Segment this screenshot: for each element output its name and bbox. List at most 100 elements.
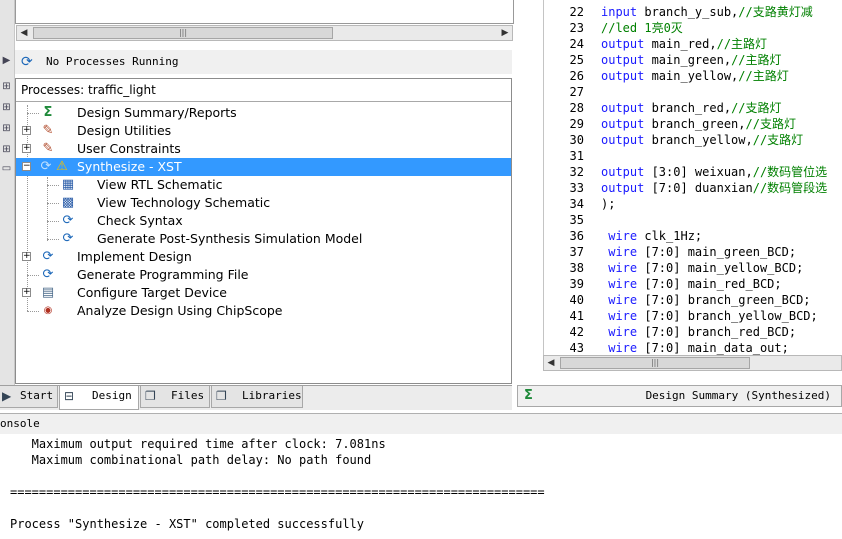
warning-icon: ⚠ — [56, 159, 68, 174]
keyword: output — [601, 133, 645, 147]
line-number: 25 — [569, 53, 584, 67]
console-line: Process "Synthesize - XST" completed suc… — [10, 517, 365, 531]
design-icon: ⊟ — [64, 389, 75, 403]
hierarchy-icon[interactable]: ⊞ — [1, 80, 12, 94]
code-line[interactable]: 22 input branch_y_sub,//支路黄灯减 — [544, 4, 842, 20]
code-text: wire [7:0] main_green_BCD; — [601, 244, 796, 260]
code-line[interactable]: 37 wire [7:0] main_green_BCD; — [544, 244, 842, 260]
code-line[interactable]: 26 output main_yellow,//主路灯 — [544, 68, 842, 84]
code-text: wire [7:0] branch_red_BCD; — [601, 324, 796, 340]
scroll-left-icon[interactable]: ◀ — [17, 26, 31, 40]
code-line[interactable]: 41 wire [7:0] branch_yellow_BCD; — [544, 308, 842, 324]
scroll-left-icon[interactable]: ◀ — [544, 356, 558, 370]
collapse-icon[interactable]: − — [22, 162, 31, 171]
process-item-design-utilities[interactable]: + ✎ Design Utilities — [16, 122, 511, 140]
play-icon[interactable]: ▶ — [1, 54, 12, 68]
line-number: 23 — [569, 21, 584, 35]
process-item-check-syntax[interactable]: ⟳ Check Syntax — [16, 212, 511, 230]
hierarchy-icon[interactable]: ⊞ — [1, 101, 12, 115]
code-text: wire [7:0] main_data_out; — [601, 340, 789, 356]
keyword: output — [601, 101, 645, 115]
line-number: 27 — [569, 85, 584, 99]
process-label: Design Utilities — [77, 123, 172, 138]
process-item-view-technology[interactable]: ▩ View Technology Schematic — [16, 194, 511, 212]
hierarchy-icon[interactable]: ⊞ — [1, 122, 12, 136]
identifier: [7:0] branch_red_BCD; — [637, 325, 797, 339]
process-label: View RTL Schematic — [97, 177, 223, 192]
code-line[interactable]: 28 output branch_red,//支路灯 — [544, 100, 842, 116]
process-item-chipscope[interactable]: ◉ Analyze Design Using ChipScope — [16, 302, 511, 320]
hierarchy-icon[interactable]: ⊞ — [1, 143, 12, 157]
scroll-thumb[interactable]: ||| — [560, 357, 750, 369]
code-line[interactable]: 35 — [544, 212, 842, 228]
refresh-icon: ⟳ — [42, 267, 54, 282]
console-output[interactable]: Maximum output required time after clock… — [0, 434, 842, 539]
code-line[interactable]: 31 — [544, 148, 842, 164]
process-item-view-rtl[interactable]: ▦ View RTL Schematic — [16, 176, 511, 194]
comment: //数码管位选 — [752, 165, 828, 179]
identifier: branch_yellow, — [644, 133, 753, 147]
identifier: [7:0] main_data_out; — [637, 341, 789, 355]
comment: //支路灯 — [745, 117, 796, 131]
code-text: wire clk_1Hz; — [601, 228, 702, 244]
tab-design[interactable]: ⊟ Design — [59, 386, 139, 410]
code-line[interactable]: 43 wire [7:0] main_data_out; — [544, 340, 842, 356]
design-summary-title: Design Summary (Synthesized) — [645, 389, 831, 402]
expand-icon[interactable]: + — [22, 252, 31, 261]
line-number: 29 — [569, 117, 584, 131]
code-line[interactable]: 34); — [544, 196, 842, 212]
process-label: User Constraints — [77, 141, 181, 156]
code-line[interactable]: 38 wire [7:0] main_yellow_BCD; — [544, 260, 842, 276]
scroll-right-icon[interactable]: ▶ — [498, 26, 512, 40]
code-editor[interactable]: 22 input branch_y_sub,//支路黄灯减 23 //led 1亮0灭… — [543, 0, 842, 369]
expand-icon[interactable]: + — [22, 144, 31, 153]
libraries-icon: ❐ — [216, 389, 227, 403]
code-line[interactable]: 33 output [7:0] duanxian//数码管段选 — [544, 180, 842, 196]
code-line[interactable]: 24 output main_red,//主路灯 — [544, 36, 842, 52]
editor-horizontal-scrollbar[interactable]: ◀ ||| — [543, 355, 842, 371]
code-text: ); — [601, 196, 615, 212]
line-number: 39 — [569, 277, 584, 291]
code-line[interactable]: 30 output branch_yellow,//支路灯 — [544, 132, 842, 148]
code-line[interactable]: 36 wire clk_1Hz; — [544, 228, 842, 244]
code-line[interactable]: 40 wire [7:0] branch_green_BCD; — [544, 292, 842, 308]
horizontal-scrollbar[interactable]: ◀ ||| ▶ — [16, 25, 513, 41]
process-label: Design Summary/Reports — [77, 105, 237, 120]
process-item-programming-file[interactable]: ⟳ Generate Programming File — [16, 266, 511, 284]
identifier: [7:0] duanxian — [644, 181, 753, 195]
identifier: [7:0] branch_green_BCD; — [637, 293, 811, 307]
design-summary-tab[interactable]: Σ Design Summary (Synthesized) — [517, 385, 842, 407]
tab-start[interactable]: ▶ Start — [0, 386, 58, 408]
code-line[interactable]: 42 wire [7:0] branch_red_BCD; — [544, 324, 842, 340]
refresh-icon: ⟳ — [40, 159, 52, 174]
identifier: [7:0] main_green_BCD; — [637, 245, 797, 259]
process-item-post-synthesis-sim[interactable]: ⟳ Generate Post-Synthesis Simulation Mod… — [16, 230, 511, 248]
scroll-thumb[interactable]: ||| — [33, 27, 333, 39]
line-number: 28 — [569, 101, 584, 115]
code-text: output main_yellow,//主路灯 — [601, 68, 789, 84]
process-item-configure-device[interactable]: + ▤ Configure Target Device — [16, 284, 511, 302]
code-line[interactable]: 27 — [544, 84, 842, 100]
line-number: 35 — [569, 213, 584, 227]
process-item-synthesize[interactable]: − ⟳ ⚠ Synthesize - XST — [16, 158, 511, 176]
code-line[interactable]: 23 //led 1亮0灭 — [544, 20, 842, 36]
hierarchy-panel: ◀ ||| ▶ — [15, 0, 514, 41]
process-item-design-summary[interactable]: Σ Design Summary/Reports — [16, 104, 511, 122]
process-item-implement-design[interactable]: + ⟳ Implement Design — [16, 248, 511, 266]
code-line[interactable]: 39 wire [7:0] main_red_BCD; — [544, 276, 842, 292]
panel-icon[interactable]: ▭ — [1, 162, 12, 176]
code-line[interactable]: 29 output branch_green,//支路灯 — [544, 116, 842, 132]
processes-panel: Processes: traffic_light Σ Design Summar… — [15, 78, 512, 384]
expand-icon[interactable]: + — [22, 126, 31, 135]
panel-tabs: ▶ Start ⊟ Design ❐ Files ❐ Libraries — [0, 385, 512, 410]
process-item-user-constraints[interactable]: + ✎ User Constraints — [16, 140, 511, 158]
code-line[interactable]: 25 output main_green,//主路灯 — [544, 52, 842, 68]
keyword: wire — [601, 341, 638, 355]
code-line[interactable]: 32 output [3:0] weixuan,//数码管位选 — [544, 164, 842, 180]
start-icon: ▶ — [2, 389, 12, 403]
tab-files[interactable]: ❐ Files — [140, 386, 210, 408]
tab-libraries[interactable]: ❐ Libraries — [211, 386, 303, 408]
identifier: main_red, — [644, 37, 717, 51]
identifier: [7:0] branch_yellow_BCD; — [637, 309, 818, 323]
expand-icon[interactable]: + — [22, 288, 31, 297]
